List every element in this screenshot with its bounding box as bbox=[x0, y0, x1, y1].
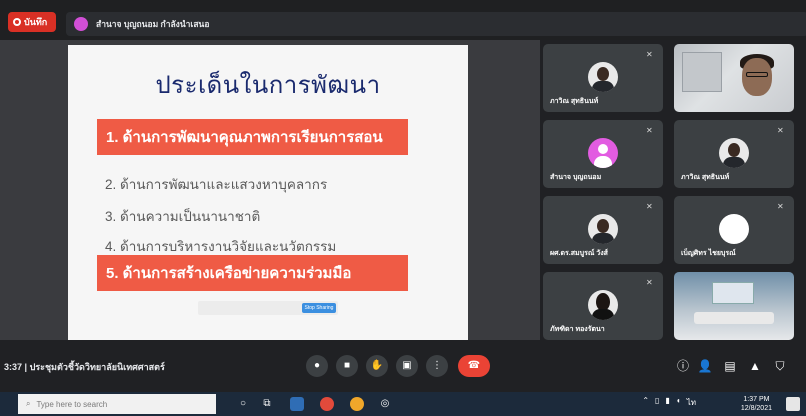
notification-icon[interactable] bbox=[786, 397, 800, 411]
search-placeholder: Type here to search bbox=[36, 399, 108, 409]
system-tray[interactable]: ⌃ ▯ ▮ ◖ ไท bbox=[642, 396, 696, 409]
network-icon: ▯ bbox=[655, 396, 660, 405]
hang-up-icon: ☎ bbox=[467, 360, 481, 371]
mic-off-icon: ✕ bbox=[777, 126, 784, 135]
taskbar-clock[interactable]: 1:37 PM 12/8/2021 bbox=[741, 395, 772, 413]
slide-item-5: 5. ด้านการสร้างเครือข่ายความร่วมมือ bbox=[97, 255, 408, 291]
present-icon: ▣ bbox=[402, 360, 412, 371]
search-icon: ⌕ bbox=[26, 399, 31, 408]
slide-item-4: 4. ด้านการบริหารงานวิจัยและนวัตกรรม bbox=[105, 239, 337, 254]
camera-button[interactable]: ■ bbox=[336, 355, 358, 377]
info-icon: ⓘ bbox=[676, 359, 689, 373]
slide-item-1: 1. ด้านการพัฒนาคุณภาพการเรียนการสอน bbox=[97, 119, 408, 155]
clock-date: 12/8/2021 bbox=[740, 405, 772, 412]
meeting-controls-bar: 3:37 | ประชุมตัวชี้วัดวิทยาลัยนิเทศศาสตร… bbox=[0, 340, 806, 392]
camera-feed bbox=[674, 44, 794, 112]
share-bar: Stop Sharing bbox=[198, 301, 338, 315]
participant-name: ผศ.ดร.สมบูรณ์ วังส์ bbox=[550, 250, 608, 257]
chrome-icon[interactable] bbox=[320, 397, 334, 411]
presenter-banner[interactable]: สำนาจ บุญถนอม กำลังนำเสนอ bbox=[66, 12, 806, 36]
people-button[interactable]: 👤 bbox=[697, 358, 713, 374]
activities-button[interactable]: ▲ bbox=[747, 358, 763, 374]
chat-icon: ▤ bbox=[724, 359, 736, 373]
participant-name: เบ็ญศิทร ไชยบุรณ์ bbox=[681, 250, 736, 257]
top-bar: บันทึก สำนาจ บุญถนอม กำลังนำเสนอ bbox=[0, 0, 806, 40]
raise-hand-button[interactable]: ✋ bbox=[366, 355, 388, 377]
presenter-label: สำนาจ บุญถนอม กำลังนำเสนอ bbox=[96, 19, 210, 29]
participant-name: ภาวิณ สุทธินนท์ bbox=[681, 174, 730, 181]
record-label: บันทึก bbox=[24, 17, 48, 27]
windows-taskbar: ⌕ Type here to search ○ ⧉ ◎ ⌃ ▯ ▮ ◖ ไท 1… bbox=[0, 392, 806, 416]
avatar bbox=[588, 138, 618, 168]
record-icon bbox=[13, 18, 21, 26]
people-icon: 👤 bbox=[697, 359, 713, 373]
meeting-time: 3:37 bbox=[4, 362, 23, 372]
present-button[interactable]: ▣ bbox=[396, 355, 418, 377]
participant-tile[interactable]: ✕ เบ็ญศิทร ไชยบุรณ์ bbox=[674, 196, 794, 264]
task-view-icon[interactable]: ⧉ bbox=[260, 397, 274, 411]
mic-icon: ● bbox=[313, 360, 321, 371]
participant-name: ภาวิณ สุทธินนท์ bbox=[550, 98, 599, 105]
taskbar-search[interactable]: ⌕ Type here to search bbox=[18, 394, 216, 414]
participant-name: ภัทฑิดา ทองรัตนา bbox=[550, 326, 605, 333]
camera-feed bbox=[674, 272, 794, 340]
meeting-title: ประชุมตัวชี้วัดวิทยาลัยนิเทศศาสตร์ bbox=[29, 362, 165, 372]
cortana-icon[interactable]: ○ bbox=[236, 397, 250, 411]
clock-time: 1:37 PM bbox=[743, 396, 770, 403]
participant-tile[interactable]: ✕ ภาวิณ สุทธินนท์ bbox=[674, 120, 794, 188]
stop-sharing-button[interactable]: Stop Sharing bbox=[302, 303, 336, 313]
mic-off-icon: ✕ bbox=[646, 202, 653, 211]
more-options-button[interactable]: ⋮ bbox=[426, 355, 448, 377]
avatar bbox=[719, 214, 749, 244]
info-button[interactable]: ⓘ bbox=[675, 358, 691, 374]
meeting-info: 3:37 | ประชุมตัวชี้วัดวิทยาลัยนิเทศศาสตร… bbox=[4, 360, 165, 374]
avatar bbox=[588, 62, 618, 92]
participant-tile[interactable]: ✕ ภาวิณ สุทธินนท์ bbox=[543, 44, 663, 112]
hand-icon: ✋ bbox=[370, 360, 384, 371]
activities-icon: ▲ bbox=[749, 359, 761, 373]
app-icon[interactable] bbox=[350, 397, 364, 411]
camera-icon: ■ bbox=[343, 360, 351, 371]
meet-screen: บันทึก สำนาจ บุญถนอม กำลังนำเสนอ ประเด็น… bbox=[0, 0, 806, 416]
shield-icon: ⛉ bbox=[775, 359, 785, 373]
avatar bbox=[719, 138, 749, 168]
shared-slide: ประเด็นในการพัฒนา 1. ด้านการพัฒนาคุณภาพก… bbox=[68, 45, 468, 340]
mic-tray-icon: ▮ bbox=[665, 396, 670, 405]
participant-tile[interactable]: ✕ ผศ.ดร.สมบูรณ์ วังส์ bbox=[543, 196, 663, 264]
participant-tile[interactable]: ✕ สำนาจ บุญถนอม bbox=[543, 120, 663, 188]
participant-tile-video[interactable] bbox=[674, 44, 794, 112]
participant-name: สำนาจ บุญถนอม bbox=[550, 174, 602, 181]
record-button[interactable]: บันทึก bbox=[8, 12, 56, 32]
avatar bbox=[588, 290, 618, 320]
presenter-avatar bbox=[74, 17, 88, 31]
mic-off-icon: ✕ bbox=[646, 50, 653, 59]
more-vert-icon: ⋮ bbox=[432, 360, 442, 371]
mail-icon[interactable] bbox=[290, 397, 304, 411]
chat-button[interactable]: ▤ bbox=[722, 358, 738, 374]
slide-item-2: 2. ด้านการพัฒนาและแสวงหาบุคลากร bbox=[105, 177, 328, 192]
end-call-button[interactable]: ☎ bbox=[458, 355, 490, 377]
language-icon: ไท bbox=[686, 398, 696, 407]
participant-tile-room[interactable] bbox=[674, 272, 794, 340]
avatar bbox=[588, 214, 618, 244]
mic-off-icon: ✕ bbox=[646, 278, 653, 287]
mic-button[interactable]: ● bbox=[306, 355, 328, 377]
browser-icon[interactable]: ◎ bbox=[378, 397, 392, 411]
mic-off-icon: ✕ bbox=[777, 202, 784, 211]
participant-tile[interactable]: ✕ ภัทฑิดา ทองรัตนา bbox=[543, 272, 663, 340]
host-controls-button[interactable]: ⛉ bbox=[772, 358, 788, 374]
volume-icon: ◖ bbox=[675, 396, 681, 405]
mic-off-icon: ✕ bbox=[646, 126, 653, 135]
slide-title: ประเด็นในการพัฒนา bbox=[155, 72, 381, 99]
slide-item-3: 3. ด้านความเป็นนานาชาติ bbox=[105, 209, 261, 224]
chevron-up-icon: ⌃ bbox=[642, 396, 650, 405]
